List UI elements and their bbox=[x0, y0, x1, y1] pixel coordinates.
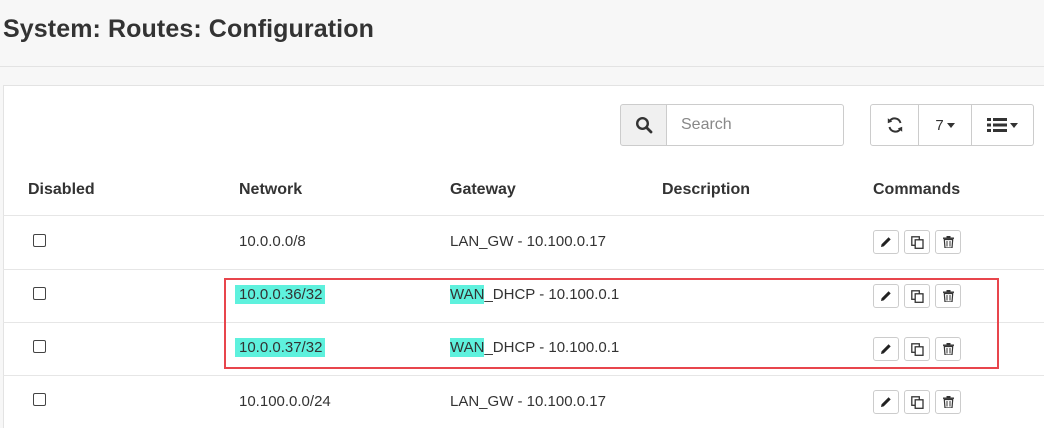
row-gateway: LAN_GW - 10.100.0.17 bbox=[450, 393, 606, 410]
row-divider bbox=[3, 322, 1044, 323]
row-gateway-text: LAN_GW - 10.100.0.17 bbox=[450, 393, 606, 410]
chevron-down-icon bbox=[1010, 122, 1018, 128]
row-disabled-checkbox[interactable] bbox=[33, 340, 46, 353]
row-gateway: WAN_DHCP - 10.100.0.1 bbox=[450, 285, 620, 304]
clone-button[interactable] bbox=[904, 337, 930, 361]
pencil-icon bbox=[881, 237, 891, 247]
delete-button[interactable] bbox=[935, 230, 961, 254]
search-button[interactable] bbox=[620, 104, 667, 146]
columns-dropdown[interactable] bbox=[972, 104, 1034, 146]
header-divider bbox=[3, 215, 1044, 216]
edit-button[interactable] bbox=[873, 230, 899, 254]
pencil-icon bbox=[881, 397, 891, 407]
copy-icon bbox=[910, 235, 924, 249]
row-divider bbox=[3, 269, 1044, 270]
header-gateway[interactable]: Gateway bbox=[450, 181, 516, 199]
trash-icon bbox=[942, 343, 954, 355]
trash-icon bbox=[942, 236, 954, 248]
delete-button[interactable] bbox=[935, 390, 961, 414]
copy-icon bbox=[910, 289, 924, 303]
header-commands: Commands bbox=[873, 181, 961, 198]
chevron-down-icon bbox=[946, 122, 955, 128]
search-input[interactable] bbox=[667, 104, 844, 146]
row-disabled-checkbox[interactable] bbox=[33, 393, 46, 406]
page-size-dropdown[interactable]: 7 bbox=[919, 104, 972, 146]
clone-button[interactable] bbox=[904, 230, 930, 254]
edit-button[interactable] bbox=[873, 284, 899, 308]
refresh-button[interactable] bbox=[870, 104, 919, 146]
row-network: 10.0.0.0/8 bbox=[239, 233, 306, 250]
row-network: 10.100.0.0/24 bbox=[239, 393, 331, 410]
page-header: System: Routes: Configuration bbox=[0, 0, 1044, 67]
search-icon bbox=[635, 116, 652, 134]
row-commands bbox=[873, 284, 961, 308]
row-gateway-text: LAN_GW - 10.100.0.17 bbox=[450, 233, 606, 250]
edit-button[interactable] bbox=[873, 337, 899, 361]
search-group bbox=[620, 104, 844, 146]
row-commands bbox=[873, 337, 961, 361]
highlighted-gateway-prefix: WAN bbox=[450, 285, 485, 304]
delete-button[interactable] bbox=[935, 284, 961, 308]
row-disabled-checkbox[interactable] bbox=[33, 287, 46, 300]
row-gateway: LAN_GW - 10.100.0.17 bbox=[450, 233, 606, 250]
clone-button[interactable] bbox=[904, 390, 930, 414]
highlighted-gateway-prefix: WAN bbox=[450, 338, 485, 357]
row-divider bbox=[3, 375, 1044, 376]
copy-icon bbox=[910, 395, 924, 409]
page-title: System: Routes: Configuration bbox=[3, 15, 374, 43]
pencil-icon bbox=[881, 344, 891, 354]
row-gateway: WAN_DHCP - 10.100.0.1 bbox=[450, 338, 620, 357]
highlighted-network: 10.0.0.36/32 bbox=[235, 285, 326, 304]
row-disabled-checkbox[interactable] bbox=[33, 234, 46, 247]
highlighted-network: 10.0.0.37/32 bbox=[235, 338, 326, 357]
row-commands bbox=[873, 230, 961, 254]
header-disabled[interactable]: Disabled bbox=[28, 181, 95, 199]
row-commands bbox=[873, 390, 961, 414]
delete-button[interactable] bbox=[935, 337, 961, 361]
row-gateway-text: _DHCP - 10.100.0.1 bbox=[484, 286, 620, 303]
edit-button[interactable] bbox=[873, 390, 899, 414]
row-network: 10.0.0.36/32 bbox=[235, 285, 326, 304]
clone-button[interactable] bbox=[904, 284, 930, 308]
copy-icon bbox=[910, 342, 924, 356]
row-network: 10.0.0.37/32 bbox=[235, 338, 326, 357]
trash-icon bbox=[942, 396, 954, 408]
page-size-value: 7 bbox=[935, 116, 944, 134]
pencil-icon bbox=[881, 291, 891, 301]
header-description[interactable]: Description bbox=[662, 181, 750, 199]
table-actions-group: 7 bbox=[870, 104, 1034, 146]
list-icon bbox=[987, 118, 1007, 132]
refresh-icon bbox=[887, 117, 902, 133]
trash-icon bbox=[942, 290, 954, 302]
header-network[interactable]: Network bbox=[239, 181, 302, 199]
row-gateway-text: _DHCP - 10.100.0.1 bbox=[484, 339, 620, 356]
